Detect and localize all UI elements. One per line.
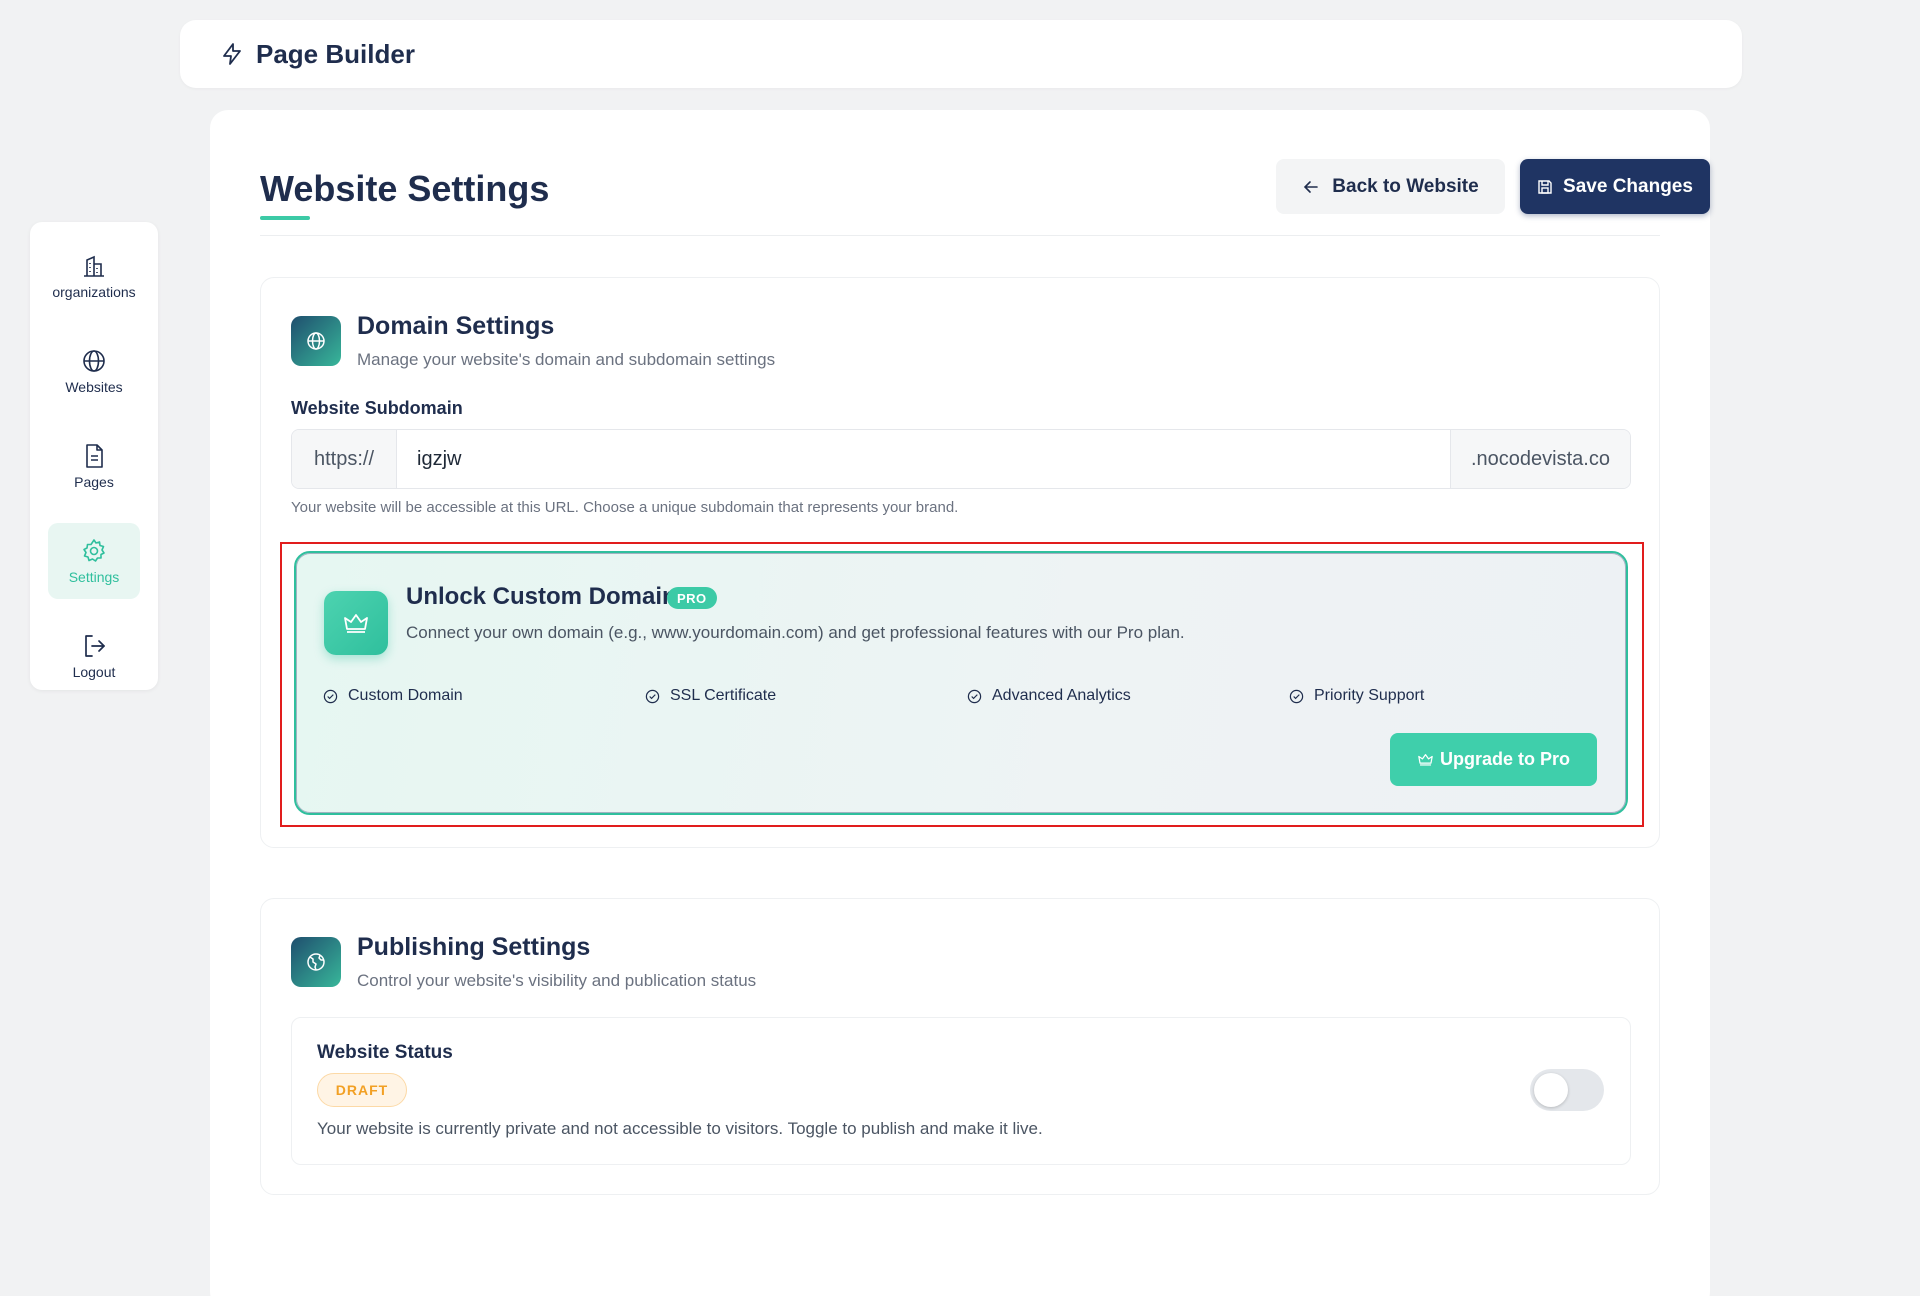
sidebar-item-organizations[interactable]: organizations bbox=[48, 238, 140, 314]
feature-item: Advanced Analytics bbox=[967, 687, 1131, 705]
top-bar: Page Builder bbox=[180, 20, 1742, 88]
website-status-card: Website Status DRAFT Your website is cur… bbox=[291, 1017, 1631, 1165]
upgrade-button-label: Upgrade to Pro bbox=[1439, 749, 1570, 769]
title-underline bbox=[260, 216, 310, 220]
custom-domain-promo: Unlock Custom Domain PRO Connect your ow… bbox=[294, 551, 1628, 815]
publishing-settings-section: Publishing Settings Control your website… bbox=[260, 898, 1660, 1195]
subdomain-input-group: https:// .nocodevista.co bbox=[291, 429, 1631, 489]
crown-badge bbox=[324, 591, 388, 655]
feature-label: Priority Support bbox=[1314, 687, 1425, 704]
logout-icon bbox=[85, 635, 105, 657]
sidebar-item-label: organizations bbox=[52, 284, 136, 300]
check-circle-icon bbox=[1289, 689, 1304, 703]
check-circle-icon bbox=[967, 689, 982, 703]
sidebar: organizations Websites Pages Settings Lo… bbox=[30, 222, 158, 690]
page-header: Website Settings Back to Website Save Ch… bbox=[260, 110, 1710, 236]
url-suffix: .nocodevista.co bbox=[1450, 430, 1630, 488]
document-icon bbox=[86, 444, 103, 468]
sidebar-item-settings[interactable]: Settings bbox=[48, 523, 140, 599]
gear-icon bbox=[83, 539, 105, 562]
promo-description: Connect your own domain (e.g., www.yourd… bbox=[406, 623, 1185, 642]
website-status-label: Website Status bbox=[317, 1042, 453, 1063]
feature-label: Advanced Analytics bbox=[992, 687, 1131, 704]
save-button-label: Save Changes bbox=[1563, 175, 1693, 197]
save-icon bbox=[1538, 179, 1552, 194]
globe-icon bbox=[83, 350, 105, 372]
back-to-website-button[interactable]: Back to Website bbox=[1276, 159, 1505, 214]
domain-section-subtitle: Manage your website's domain and subdoma… bbox=[357, 350, 776, 369]
subdomain-help-text: Your website will be accessible at this … bbox=[291, 499, 959, 516]
main-panel: Website Settings Back to Website Save Ch… bbox=[210, 110, 1710, 1296]
crown-icon bbox=[344, 614, 368, 633]
url-prefix: https:// bbox=[292, 430, 397, 488]
app-title: Page Builder bbox=[256, 38, 415, 69]
feature-item: SSL Certificate bbox=[645, 687, 776, 705]
sidebar-item-label: Websites bbox=[65, 379, 123, 395]
building-icon bbox=[84, 255, 104, 277]
domain-section-title: Domain Settings bbox=[357, 312, 555, 340]
promo-title: Unlock Custom Domain bbox=[406, 583, 677, 610]
publishing-section-icon bbox=[291, 937, 341, 987]
arrow-left-icon bbox=[1304, 180, 1319, 193]
sidebar-item-label: Logout bbox=[72, 664, 116, 680]
sidebar-item-logout[interactable]: Logout bbox=[48, 618, 140, 694]
domain-settings-section: Domain Settings Manage your website's do… bbox=[260, 277, 1660, 848]
globe-icon bbox=[307, 332, 325, 350]
sidebar-item-label: Pages bbox=[74, 474, 114, 490]
save-changes-button[interactable]: Save Changes bbox=[1520, 159, 1710, 214]
publishing-section-subtitle: Control your website's visibility and pu… bbox=[357, 971, 757, 990]
publishing-section-title: Publishing Settings bbox=[357, 933, 591, 961]
crown-icon bbox=[1418, 754, 1433, 766]
subdomain-input[interactable] bbox=[397, 430, 1450, 488]
page-title: Website Settings bbox=[260, 168, 550, 209]
feature-item: Custom Domain bbox=[323, 687, 463, 705]
earth-icon bbox=[307, 953, 325, 971]
upgrade-to-pro-button[interactable]: Upgrade to Pro bbox=[1390, 733, 1597, 786]
publish-toggle[interactable] bbox=[1530, 1069, 1604, 1111]
lightning-icon bbox=[223, 43, 241, 65]
sidebar-item-pages[interactable]: Pages bbox=[48, 428, 140, 504]
pro-badge: PRO bbox=[667, 587, 717, 609]
toggle-knob[interactable] bbox=[1534, 1073, 1568, 1107]
status-description: Your website is currently private and no… bbox=[317, 1119, 1043, 1138]
check-circle-icon bbox=[323, 689, 338, 703]
feature-label: SSL Certificate bbox=[670, 687, 777, 704]
check-circle-icon bbox=[645, 689, 660, 703]
subdomain-label: Website Subdomain bbox=[291, 398, 463, 418]
domain-section-icon bbox=[291, 316, 341, 366]
feature-item: Priority Support bbox=[1289, 687, 1424, 705]
sidebar-item-label: Settings bbox=[68, 569, 120, 585]
feature-label: Custom Domain bbox=[348, 687, 463, 704]
back-button-label: Back to Website bbox=[1332, 175, 1479, 197]
status-badge: DRAFT bbox=[317, 1073, 407, 1107]
sidebar-item-websites[interactable]: Websites bbox=[48, 333, 140, 409]
